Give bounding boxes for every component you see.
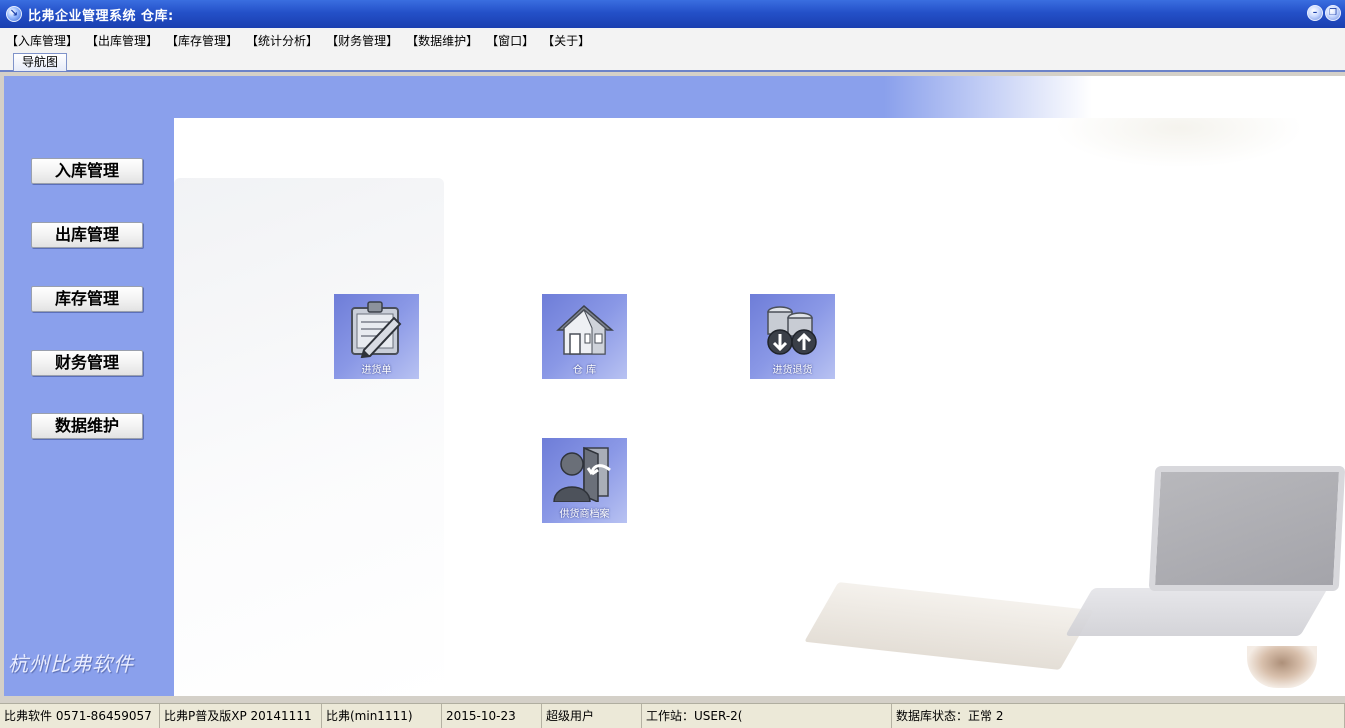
status-user-account: 比弗(min1111) <box>322 704 442 728</box>
tile-warehouse[interactable]: 仓 库 <box>542 294 627 379</box>
sidebar-button-inventory[interactable]: 库存管理 <box>31 286 143 312</box>
menu-statistics[interactable]: 【统计分析】 <box>244 32 324 49</box>
tile-label: 进货退货 <box>772 365 813 376</box>
background-cup-image <box>1247 646 1317 688</box>
sidebar-button-data-maintenance[interactable]: 数据维护 <box>31 413 143 439</box>
menu-bar: 【入库管理】 【出库管理】 【库存管理】 【统计分析】 【财务管理】 【数据维护… <box>0 28 1345 52</box>
workspace-canvas: 进货单 仓 库 进货退货 供货商档案 <box>174 118 1345 696</box>
coins-exchange-icon <box>767 306 817 355</box>
tab-navigation-map[interactable]: 导航图 <box>13 53 68 71</box>
tile-label: 进货单 <box>361 365 392 376</box>
background-laptop-base-image <box>1065 588 1328 636</box>
app-icon[interactable]: ↘ <box>6 6 22 22</box>
sidebar: 入库管理 出库管理 库存管理 财务管理 数据维护 杭州比弗软件 <box>4 76 174 696</box>
status-company-phone: 比弗软件 0571-86459057 <box>0 704 160 728</box>
tab-strip: 导航图 <box>0 52 1345 72</box>
background-monitor-image <box>174 178 444 696</box>
menu-outbound[interactable]: 【出库管理】 <box>84 32 164 49</box>
status-version: 比弗P普及版XP 20141111 <box>160 704 322 728</box>
tile-purchase-return[interactable]: 进货退货 <box>750 294 835 379</box>
status-database: 数据库状态：正常 2 <box>892 704 1345 728</box>
house-icon <box>556 304 615 355</box>
status-user-role: 超级用户 <box>542 704 642 728</box>
sidebar-button-inbound[interactable]: 入库管理 <box>31 158 143 184</box>
title-bar: ↘ 比弗企业管理系统 仓库: – ❐ <box>0 0 1345 28</box>
sidebar-button-outbound[interactable]: 出库管理 <box>31 222 143 248</box>
menu-inventory[interactable]: 【库存管理】 <box>164 32 244 49</box>
sidebar-button-finance[interactable]: 财务管理 <box>31 350 143 376</box>
menu-data-maintenance[interactable]: 【数据维护】 <box>404 32 484 49</box>
menu-about[interactable]: 【关于】 <box>540 32 596 49</box>
restore-button[interactable]: ❐ <box>1325 5 1341 21</box>
status-workstation: 工作站：USER-2( <box>642 704 892 728</box>
brand-text: 杭州比弗软件 <box>8 652 134 676</box>
tile-label: 仓 库 <box>572 365 597 376</box>
tile-label: 供货商档案 <box>559 509 610 520</box>
navigation-panel: 入库管理 出库管理 库存管理 财务管理 数据维护 杭州比弗软件 进货单 仓 库 … <box>4 76 1345 696</box>
menu-finance[interactable]: 【财务管理】 <box>324 32 404 49</box>
menu-inbound[interactable]: 【入库管理】 <box>4 32 84 49</box>
background-laptop-screen-image <box>1148 466 1345 591</box>
status-date: 2015-10-23 <box>442 704 542 728</box>
window-title: 比弗企业管理系统 仓库: <box>28 8 174 24</box>
tile-purchase-order[interactable]: 进货单 <box>334 294 419 379</box>
background-book-image <box>804 582 1094 670</box>
minimize-button[interactable]: – <box>1307 5 1323 21</box>
background-blob-image <box>1054 118 1304 168</box>
window-controls: – ❐ <box>1307 5 1341 21</box>
tile-supplier-archive[interactable]: 供货商档案 <box>542 438 627 523</box>
menu-window[interactable]: 【窗口】 <box>484 32 540 49</box>
supplier-person-icon <box>553 446 611 502</box>
clipboard-pen-icon <box>351 301 402 358</box>
status-bar: 比弗软件 0571-86459057 比弗P普及版XP 20141111 比弗(… <box>0 703 1345 728</box>
header-band-fade <box>884 76 1345 118</box>
